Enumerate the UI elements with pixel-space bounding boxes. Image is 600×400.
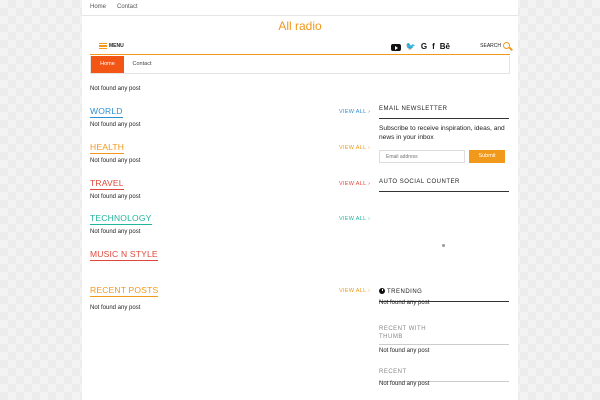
- view-all-recent-posts[interactable]: VIEW ALL ›: [339, 288, 370, 294]
- newsletter-text: Subscribe to receive inspiration, ideas,…: [379, 125, 505, 141]
- view-all-technology[interactable]: VIEW ALL ›: [339, 216, 370, 222]
- top-link-home[interactable]: Home: [90, 4, 106, 10]
- section-message-health: Not found any post: [90, 158, 141, 164]
- search-icon: [503, 42, 510, 49]
- email-field[interactable]: [379, 150, 465, 163]
- menu-button[interactable]: MENU: [99, 43, 124, 50]
- intro-message: Not found any post: [90, 86, 141, 92]
- section-title-technology[interactable]: TECHNOLOGY: [90, 214, 152, 225]
- section-message-world: Not found any post: [90, 122, 141, 128]
- loading-indicator: [442, 244, 445, 247]
- trending-message: Not found any post: [379, 300, 430, 306]
- page-container: Home Contact All radio MENU 🐦 G f Bē SEA…: [82, 0, 518, 400]
- section-message-technology: Not found any post: [90, 229, 141, 235]
- top-bar: Home Contact: [82, 0, 518, 16]
- tab-home[interactable]: Home: [91, 56, 124, 73]
- submit-button[interactable]: Submit: [469, 150, 505, 163]
- social-links: 🐦 G f Bē: [390, 42, 450, 51]
- recent-thumb-title-box: RECENT WITH THUMB: [379, 325, 509, 345]
- section-title-music-n-style[interactable]: MUSIC N STYLE: [90, 250, 158, 261]
- site-title[interactable]: All radio: [82, 19, 518, 33]
- recent-message: Not found any post: [379, 381, 430, 387]
- trending-title-text: TRENDING: [387, 289, 423, 295]
- section-title-world[interactable]: WORLD: [90, 107, 123, 118]
- section-title-travel[interactable]: TRAVEL: [90, 179, 124, 190]
- tab-contact[interactable]: Contact: [131, 56, 153, 73]
- clock-icon: [379, 288, 385, 294]
- main-nav: MENU 🐦 G f Bē SEARCH: [90, 40, 510, 55]
- hamburger-icon: [99, 43, 107, 50]
- section-message-recent-posts: Not found any post: [90, 305, 141, 311]
- tab-bar: Home Contact: [90, 56, 510, 74]
- behance-icon[interactable]: Bē: [440, 42, 450, 51]
- search-label: SEARCH: [480, 42, 501, 49]
- section-title-recent-posts[interactable]: RECENT POSTS: [90, 286, 159, 297]
- menu-label: MENU: [109, 43, 124, 49]
- newsletter-title: EMAIL NEWSLETTER: [379, 106, 509, 119]
- view-all-world[interactable]: VIEW ALL ›: [339, 109, 370, 115]
- youtube-icon[interactable]: [390, 44, 401, 51]
- section-title-health[interactable]: HEALTH: [90, 143, 125, 154]
- view-all-health[interactable]: VIEW ALL ›: [339, 145, 370, 151]
- twitter-icon[interactable]: 🐦: [406, 42, 416, 51]
- section-message-travel: Not found any post: [90, 194, 141, 200]
- top-link-contact[interactable]: Contact: [117, 4, 138, 10]
- search-button[interactable]: SEARCH: [480, 42, 510, 49]
- recent-thumb-message: Not found any post: [379, 348, 430, 354]
- social-counter-title: AUTO SOCIAL COUNTER: [379, 179, 509, 192]
- facebook-icon[interactable]: f: [432, 42, 435, 51]
- view-all-travel[interactable]: VIEW ALL ›: [339, 181, 370, 187]
- recent-thumb-title: RECENT WITH THUMB: [379, 326, 427, 340]
- google-icon[interactable]: G: [421, 42, 427, 51]
